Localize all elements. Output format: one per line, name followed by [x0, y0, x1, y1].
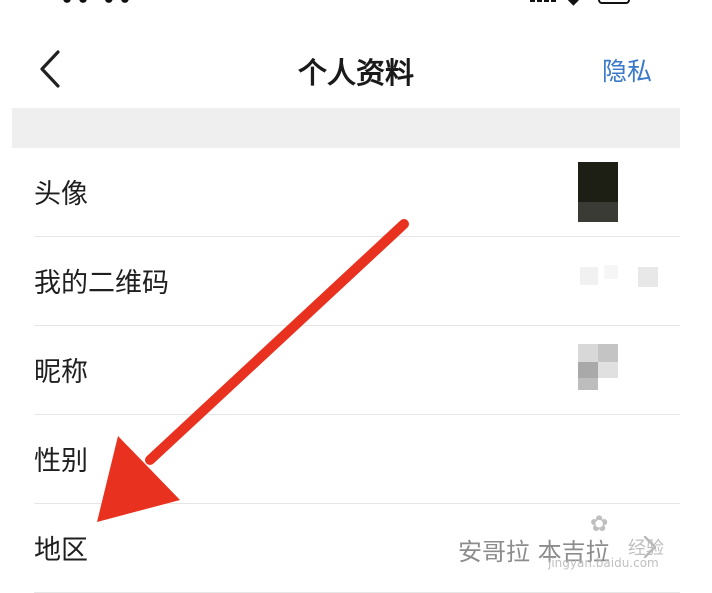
- privacy-button[interactable]: 隐私: [602, 52, 652, 88]
- navigation-bar: 个人资料 隐私: [0, 28, 712, 108]
- battery-icon: [598, 0, 630, 4]
- paw-icon: ✿: [590, 512, 609, 537]
- signal-icon: [530, 0, 556, 2]
- row-label: 地区: [34, 535, 88, 566]
- watermark-url: jingyan.baidu.com: [548, 556, 659, 570]
- row-avatar[interactable]: 头像: [0, 148, 712, 237]
- watermark: ✿ 经验 jingyan.baidu.com: [544, 512, 684, 578]
- row-label: 昵称: [34, 357, 88, 388]
- row-gender[interactable]: 性别: [0, 415, 712, 504]
- status-bar: •• •• ◆: [0, 0, 712, 14]
- row-label: 我的二维码: [34, 268, 169, 299]
- wifi-icon: ◆: [568, 0, 579, 8]
- avatar[interactable]: [578, 162, 618, 222]
- row-qr-code[interactable]: 我的二维码: [0, 237, 712, 326]
- row-label: 性别: [34, 446, 88, 477]
- qr-code-icon: [580, 261, 660, 301]
- section-spacer: [12, 108, 680, 148]
- row-nickname[interactable]: 昵称: [0, 326, 712, 415]
- row-label: 头像: [34, 179, 88, 210]
- nickname-value-blurred: [578, 344, 650, 394]
- status-time: •• ••: [60, 0, 134, 13]
